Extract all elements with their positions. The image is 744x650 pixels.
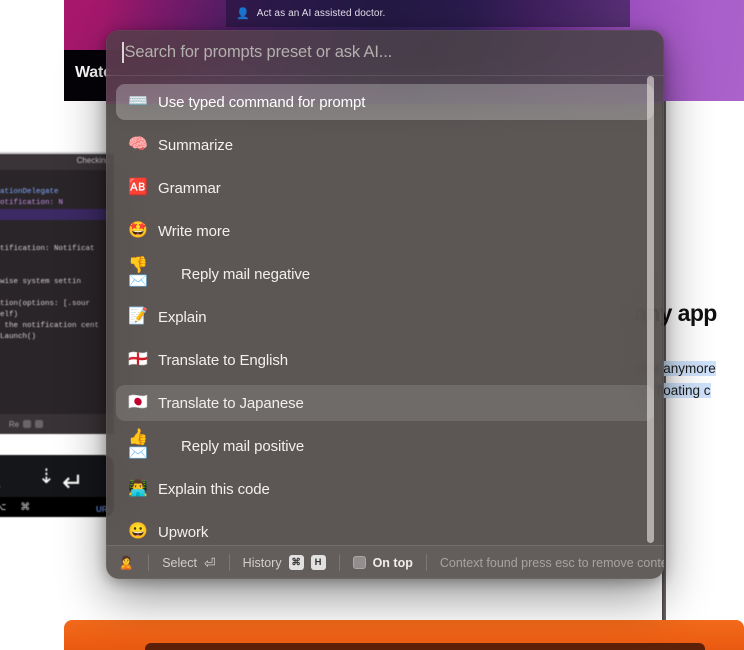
background-code-body: ate ct, NSApplicationDelegate aunching(_… [0,170,114,343]
background-code-title: Checking [76,156,110,165]
list-item-label: Reply mail positive [181,437,305,455]
background-prompt-row: 👤 Act as an AI assisted doctor. [226,0,630,27]
list-item-summarize[interactable]: 🧠 Summarize [116,127,654,163]
select-action[interactable]: Select ⏎ [149,553,228,573]
select-label: Select [162,555,197,570]
on-top-toggle[interactable]: On top [340,553,426,573]
user-avatar-icon[interactable]: 🙎 [118,556,134,569]
list-item-use-typed-command[interactable]: ⌨️ Use typed command for prompt [116,84,654,120]
code-line: estAuthorization(options: [.sour [0,300,91,308]
list-item-explain[interactable]: 📝 Explain [116,299,654,335]
list-item-label: Translate to Japanese [158,394,304,412]
code-line: ns option if the notification cent [0,322,100,330]
list-item-translate-to-japanese[interactable]: 🇯🇵 Translate to Japanese [116,385,654,421]
h-key-icon: H [310,555,326,570]
list-scrollbar[interactable] [647,76,654,543]
code-line: olicationDidLaunch() [0,333,37,341]
text-cursor-icon [122,42,124,63]
list-item-label: Summarize [158,136,233,154]
list-item-label: Write more [158,222,231,240]
list-item-upwork[interactable]: 😀 Upwork [116,514,654,545]
on-top-label: On top [372,555,413,570]
history-action[interactable]: History ⌘ H [230,553,339,573]
command-key-icon: ⌘ [20,501,31,513]
return-key-icon: ⏎ [203,554,216,571]
background-code-titlebar: Checking [0,154,114,170]
background-orange-inner-panel [145,643,705,650]
list-item-explain-this-code[interactable]: 👨‍💻 Explain this code [116,471,654,507]
japan-flag-icon: 🇯🇵 [128,394,148,411]
return-arrow-icon: ↵ [62,467,84,497]
ab-letters-icon: 🆎 [128,179,148,196]
ai-command-palette: Search for prompts preset or ask AI... ⌨… [106,30,664,579]
code-line: ct, NSApplicationDelegate [0,188,59,196]
memo-icon: 📝 [128,308,148,325]
person-emoji-icon: 👤 [236,8,250,20]
code-line: aunching(_ notification: N [0,199,64,207]
brain-icon: 🧠 [128,136,148,153]
command-key-icon: ⌘ [288,555,304,570]
list-item-write-more[interactable]: 🤩 Write more [116,213,654,249]
prompt-list: ⌨️ Use typed command for prompt 🧠 Summar… [106,76,664,545]
code-line: badge' otherwise system settin [0,278,82,286]
list-item-label: Reply mail negative [181,265,310,283]
thumbs-down-envelope-icon: 👎✉️ [128,257,153,290]
list-item-label: Explain [158,308,207,326]
list-item-translate-to-english[interactable]: 🏴󠁧󠁢󠁥󠁮󠁧󠁿 Translate to English [116,342,654,378]
list-item-label: Translate to English [158,351,289,369]
list-item-label: Use typed command for prompt [158,93,366,111]
screen: 👤 Act as an AI assisted doctor. Watc Che… [0,0,744,650]
list-item-label: Upwork [158,523,209,541]
code-line: ate [0,176,114,187]
grinning-face-icon: 😀 [128,523,148,540]
scrollbar-thumb[interactable] [647,76,654,543]
list-item-grammar[interactable]: 🆎 Grammar [116,170,654,206]
code-line: showWindow(self) [0,311,19,319]
context-status-note: Context found press esc to remove contex… [439,555,664,570]
history-label: History [242,555,282,570]
list-item-reply-mail-positive[interactable]: 👍✉️ Reply mail positive [116,428,654,464]
background-code-re-label: Re [8,419,20,429]
code-line: ) [0,255,114,266]
search-input[interactable]: Search for prompts preset or ask AI... [106,30,664,76]
panel-footer: 🙎 Select ⏎ History ⌘ H On top Context fo… [106,545,664,579]
code-line: r = self [0,266,114,277]
england-flag-icon: 🏴󠁧󠁢󠁥󠁮󠁧󠁿 [128,351,148,368]
option-key-icon: ⌥ [0,501,7,513]
thumbs-up-envelope-icon: 👍✉️ [128,429,153,462]
search-placeholder: Search for prompts preset or ask AI... [124,43,393,61]
key-badge-icon [23,420,32,428]
code-line: acOS 12.4) [0,288,114,299]
key-badge-icon [35,420,44,428]
background-code-history-bar: History Re [0,414,114,434]
background-code-editor-window: Checking ate ct, NSApplicationDelegate a… [0,152,114,434]
code-ask-ai-placeholder: ask AI... [0,220,114,244]
technologist-icon: 👨‍💻 [128,480,148,497]
background-prompt-text: Act as an AI assisted doctor. [256,8,386,19]
code-line: unching(_ notification: Notificat [0,245,95,253]
star-struck-icon: 🤩 [128,222,148,239]
keyboard-icon: ⌨️ [128,93,148,110]
code-line-selected [0,209,114,220]
vertical-dots-icon: ⇣ [38,466,55,488]
list-item-label: Explain this code [158,480,270,498]
list-item-reply-mail-negative[interactable]: 👎✉️ Reply mail negative [116,256,654,292]
on-top-checkbox[interactable] [352,556,366,569]
list-item-label: Grammar [158,179,221,197]
